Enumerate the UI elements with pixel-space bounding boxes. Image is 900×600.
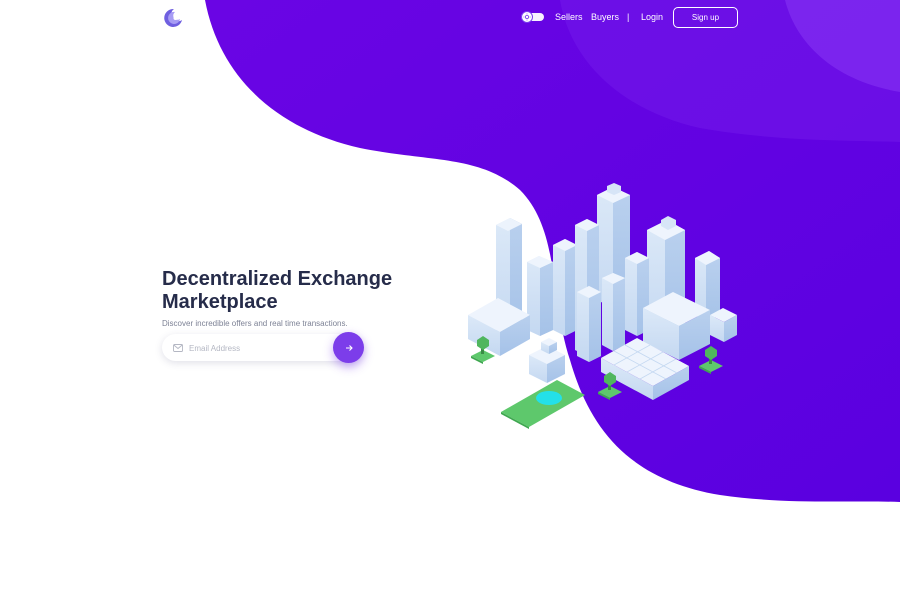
login-link[interactable]: Login [641, 12, 663, 22]
hero-subtitle: Discover incredible offers and real time… [162, 319, 348, 328]
nav-link-sellers[interactable]: Sellers [555, 12, 583, 22]
logo-mark-icon[interactable] [162, 7, 184, 29]
arrow-right-icon [345, 344, 353, 351]
tower-mid-left [553, 239, 577, 336]
hero-section: Decentralized Exchange Marketplace Disco… [162, 268, 412, 328]
sun-icon [523, 13, 531, 21]
top-navigation-bar: Sellers Buyers | Login Sign up [0, 0, 900, 36]
email-submit-button[interactable] [333, 332, 364, 363]
tree-right [699, 346, 723, 374]
mail-icon [173, 344, 183, 352]
park-lawn [501, 380, 585, 429]
email-input[interactable] [189, 339, 329, 357]
toggle-knob [521, 11, 533, 23]
signup-button[interactable]: Sign up [673, 7, 738, 28]
nav-link-buyers[interactable]: Buyers [591, 12, 619, 22]
theme-toggle[interactable] [521, 11, 544, 23]
email-field-container [162, 334, 362, 361]
block-small-stack [529, 338, 565, 383]
tower-front-middle [577, 286, 601, 362]
isometric-city-illustration [468, 183, 737, 429]
tower-front-slim [602, 273, 625, 351]
hero-background-wave [205, 0, 900, 502]
hero-title: Decentralized Exchange Marketplace [162, 268, 393, 313]
block-far-right-low [710, 308, 737, 342]
tower-left-front [527, 256, 553, 336]
nav-divider: | [627, 12, 630, 22]
